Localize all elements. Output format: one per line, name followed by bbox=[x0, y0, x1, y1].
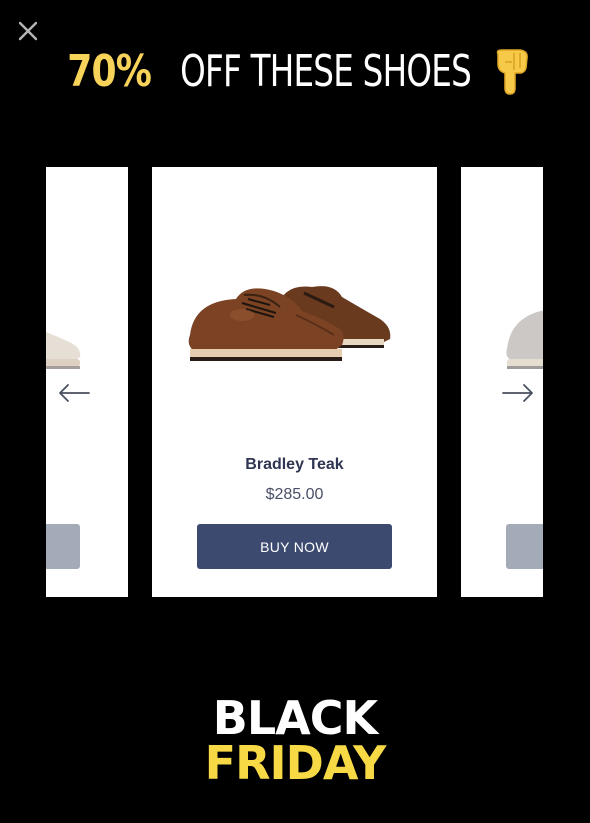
buy-now-button[interactable]: BUY NOW bbox=[197, 524, 392, 569]
shoe-image-next bbox=[506, 310, 543, 369]
headline-percent: 70% bbox=[67, 46, 152, 97]
banner-line-friday: FRIDAY bbox=[204, 736, 387, 791]
pointing-down-hand-icon bbox=[492, 48, 532, 96]
product-carousel: BUY NOW Bradley Teak $285.00 BUY NOW bbox=[46, 167, 543, 597]
shoe-image-previous bbox=[46, 331, 81, 369]
product-card: Bradley Teak $285.00 BUY NOW bbox=[152, 167, 437, 597]
carousel-next-button[interactable] bbox=[501, 383, 535, 403]
shoe-image bbox=[188, 286, 391, 361]
buy-now-button-next[interactable]: BUY NOW bbox=[506, 524, 543, 569]
headline-text: OFF THESE SHOES bbox=[179, 46, 472, 97]
carousel-prev-button[interactable] bbox=[57, 383, 91, 403]
product-name: Bradley Teak bbox=[245, 456, 344, 473]
product-card-next[interactable]: BUY NOW bbox=[461, 167, 543, 597]
product-price: $285.00 bbox=[265, 486, 324, 503]
headline: 70% OFF THESE SHOES bbox=[0, 40, 590, 104]
black-friday-banner: BLACK FRIDAY bbox=[0, 691, 590, 791]
banner-line-black: BLACK bbox=[212, 691, 378, 745]
arrow-right-icon bbox=[502, 384, 533, 402]
product-card-previous[interactable]: BUY NOW bbox=[46, 167, 128, 597]
buy-now-button-previous[interactable]: BUY NOW bbox=[46, 524, 80, 569]
arrow-left-icon bbox=[59, 384, 90, 402]
